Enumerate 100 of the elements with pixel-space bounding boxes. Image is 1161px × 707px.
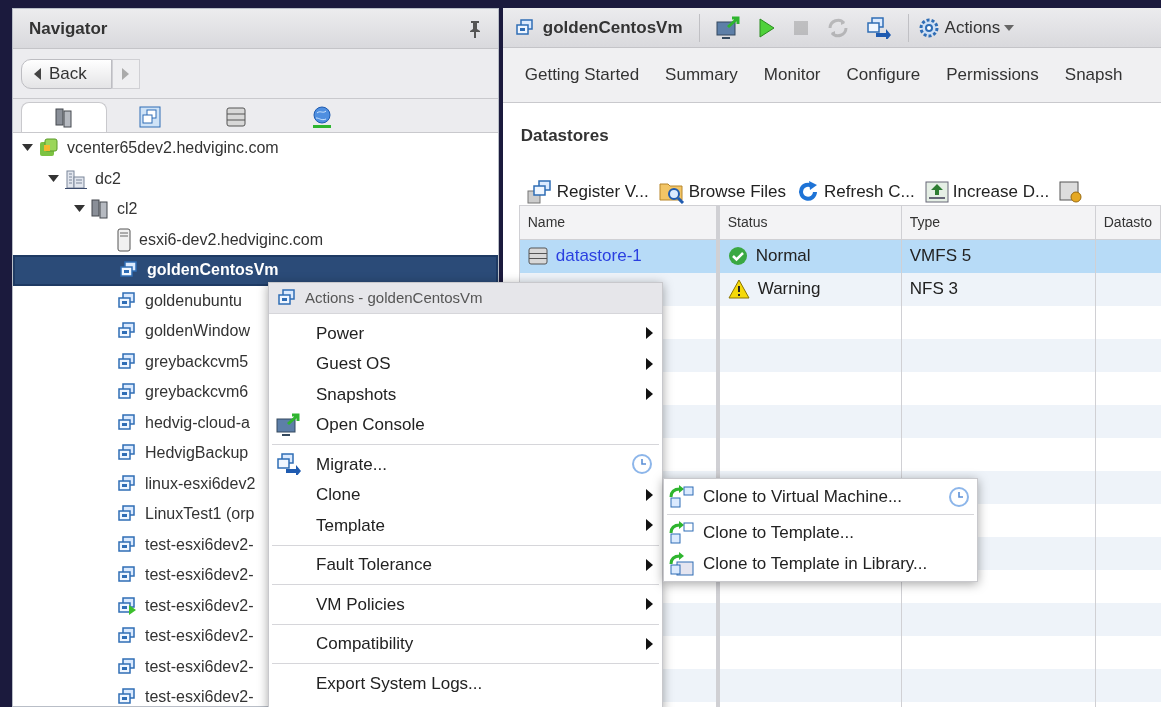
menu-item[interactable]: Clone to Template... [667, 517, 974, 548]
toolbar-button[interactable]: Increase D... [924, 178, 1050, 205]
menu-item[interactable]: Clone [272, 479, 659, 510]
vm-icon [117, 444, 137, 463]
menu-item[interactable]: Open Console [272, 409, 659, 440]
check-icon [727, 246, 748, 266]
clock-icon [631, 453, 653, 476]
navigator-tab[interactable] [21, 102, 107, 132]
migrate-icon[interactable] [276, 453, 302, 476]
submenu-arrow-icon [646, 637, 653, 650]
menu-title: Actions - goldenCentosVm [305, 287, 483, 308]
caret-left-icon [34, 67, 41, 80]
tab[interactable]: Snapsh [1064, 62, 1123, 88]
tab[interactable]: Monitor [763, 62, 821, 88]
database-icon [226, 107, 246, 127]
caret-down-icon [1004, 24, 1015, 31]
pin-icon[interactable] [467, 19, 482, 38]
type-text: NFS 3 [909, 278, 958, 301]
datastore-icon [527, 247, 548, 265]
vm-icon [117, 535, 137, 554]
vm-icon [117, 657, 137, 676]
menu-item[interactable]: Compatibility [272, 628, 659, 659]
play-icon[interactable] [757, 16, 776, 39]
caret-right-icon [122, 67, 130, 80]
building-icon [65, 168, 87, 189]
menu-item[interactable]: Clone to Virtual Machine... [667, 481, 974, 512]
vm-icon [117, 413, 137, 432]
submenu-arrow-icon [646, 388, 653, 401]
vm-icon [119, 261, 139, 280]
vm-icon [117, 688, 137, 707]
tree-item[interactable]: goldenCentosVm [13, 255, 498, 286]
column-header[interactable]: Type [901, 205, 1096, 239]
tree-item[interactable]: vcenter65dev2.hedviginc.com [13, 133, 498, 164]
tab[interactable]: Getting Started [524, 62, 640, 88]
vm-icon [139, 106, 161, 128]
globe-icon [311, 105, 333, 129]
cluster-icon [55, 107, 73, 128]
actions-button[interactable]: Actions [916, 14, 1015, 41]
storage-settings-icon[interactable] [1059, 179, 1084, 204]
submenu-arrow-icon [646, 598, 653, 611]
submenu-arrow-icon [646, 327, 653, 340]
caret-down-icon[interactable] [21, 144, 33, 153]
tree-item[interactable]: cl2 [13, 194, 498, 225]
vm-icon [117, 352, 137, 371]
submenu-arrow-icon [646, 357, 653, 370]
migrate-icon[interactable] [865, 16, 892, 39]
caret-down-icon[interactable] [47, 174, 59, 183]
vm-icon [277, 289, 297, 307]
submenu-arrow-icon [646, 519, 653, 532]
vcenter-icon [39, 138, 59, 159]
menu-item[interactable]: Fault Tolerance [272, 549, 659, 580]
console-icon[interactable] [276, 412, 302, 437]
column-header[interactable]: Datasto [1095, 205, 1161, 239]
table-row[interactable]: datastore-1 Normal VMFS 5 [519, 239, 1161, 273]
toolbar-button[interactable]: Register V... [526, 178, 649, 205]
vm-icon [117, 566, 137, 585]
menu-item[interactable]: Snapshots [272, 379, 659, 410]
vm-icon [117, 505, 137, 524]
status-text: Warning [757, 278, 821, 301]
warning-icon [727, 279, 750, 299]
console-icon[interactable] [715, 15, 742, 40]
vm-icon [117, 322, 137, 341]
status-text: Normal [755, 245, 811, 268]
back-button[interactable]: Back [21, 58, 112, 89]
caret-down-icon[interactable] [73, 205, 85, 214]
clone-vm-icon [669, 484, 695, 509]
datastore-link[interactable]: datastore-1 [555, 243, 642, 269]
tree-item[interactable]: dc2 [13, 163, 498, 194]
clock-icon [948, 485, 970, 508]
menu-item[interactable]: Export System Logs... [272, 668, 659, 699]
submenu-arrow-icon [646, 558, 653, 571]
panel-title: Navigator [29, 17, 108, 40]
submenu-arrow-icon [646, 488, 653, 501]
cluster-icon [91, 199, 109, 220]
server-icon [117, 227, 131, 252]
toolbar-button[interactable]: Refresh C... [796, 178, 915, 205]
vm-icon [514, 18, 535, 37]
type-text: VMFS 5 [909, 245, 972, 268]
tree-item[interactable]: esxi6-dev2.hedviginc.com [13, 224, 498, 255]
clone-library-icon [669, 551, 695, 576]
vm-icon [117, 291, 137, 310]
section-title: Datastores [520, 126, 609, 145]
menu-item[interactable]: Guest OS [272, 348, 659, 379]
menu-item[interactable]: Migrate... [272, 449, 659, 480]
tab[interactable]: Summary [665, 62, 738, 88]
vm-icon [117, 383, 137, 402]
vm-icon [117, 474, 137, 493]
menu-item[interactable]: Power [272, 318, 659, 349]
menu-item[interactable]: Template [272, 510, 659, 541]
tab[interactable]: Permissions [946, 62, 1039, 88]
menu-item[interactable]: Clone to Template in Library... [667, 548, 974, 579]
toolbar-button[interactable]: Browse Files [658, 178, 787, 205]
vm-title: goldenCentosVm [542, 16, 683, 39]
column-header[interactable]: Status [719, 205, 902, 239]
tab[interactable]: Configure [846, 62, 921, 88]
vm-icon [117, 627, 137, 646]
menu-item[interactable]: VM Policies [272, 589, 659, 620]
clone-template-icon [669, 520, 695, 545]
running-vm-icon [117, 596, 137, 615]
increase-icon [924, 180, 949, 203]
